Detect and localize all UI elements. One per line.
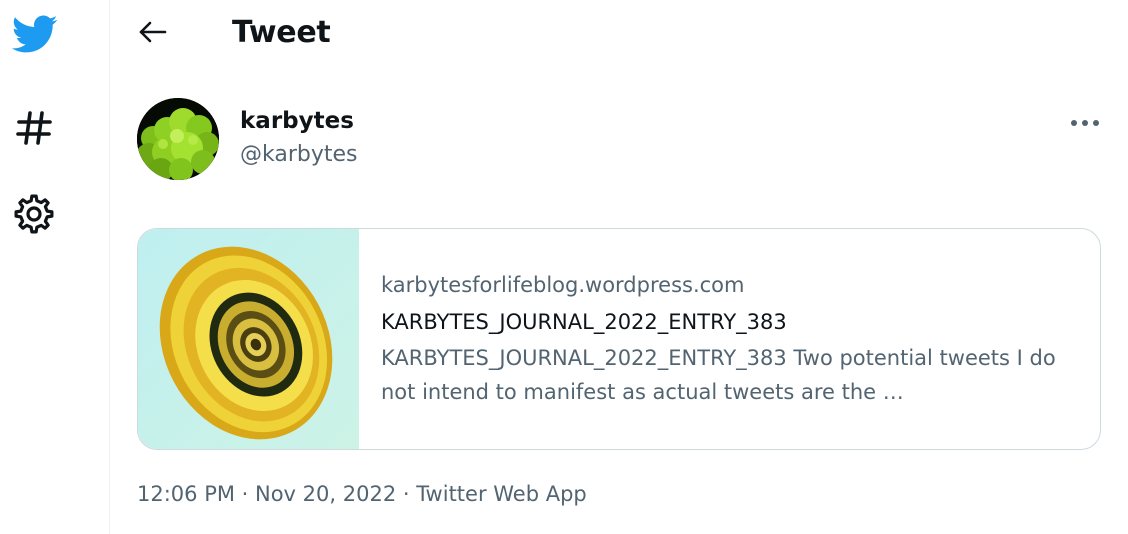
link-card-image [138, 229, 359, 449]
tweet-timestamp[interactable]: 12:06 PM · Nov 20, 2022 · Twitter Web Ap… [137, 478, 587, 510]
page-header: Tweet [111, 0, 1128, 66]
twitter-bird-icon [10, 14, 58, 54]
gear-icon [12, 192, 56, 236]
tweet-detail: Tweet karbytes @karbytes karbytesforlife… [111, 0, 1128, 534]
more-dots-icon [1070, 112, 1100, 131]
back-button[interactable] [133, 14, 173, 54]
hashtag-icon [14, 108, 54, 148]
explore-link[interactable] [10, 104, 58, 152]
arrow-left-icon [137, 16, 169, 52]
link-card-title: KARBYTES_JOURNAL_2022_ENTRY_383 [381, 310, 787, 334]
author-name[interactable]: karbytes [240, 106, 354, 136]
author-handle[interactable]: @karbytes [240, 140, 358, 170]
link-card-domain: karbytesforlifeblog.wordpress.com [381, 273, 745, 297]
sidebar [0, 0, 110, 534]
twitter-logo-link[interactable] [10, 10, 58, 58]
page-title: Tweet [232, 15, 331, 50]
settings-link[interactable] [10, 190, 58, 238]
link-card-text: karbytesforlifeblog.wordpress.com KARBYT… [381, 267, 1081, 409]
link-card[interactable]: karbytesforlifeblog.wordpress.com KARBYT… [137, 228, 1101, 450]
link-card-description: KARBYTES_JOURNAL_2022_ENTRY_383 Two pote… [381, 346, 1056, 404]
avatar[interactable] [137, 98, 219, 180]
more-options-button[interactable] [1061, 104, 1109, 138]
